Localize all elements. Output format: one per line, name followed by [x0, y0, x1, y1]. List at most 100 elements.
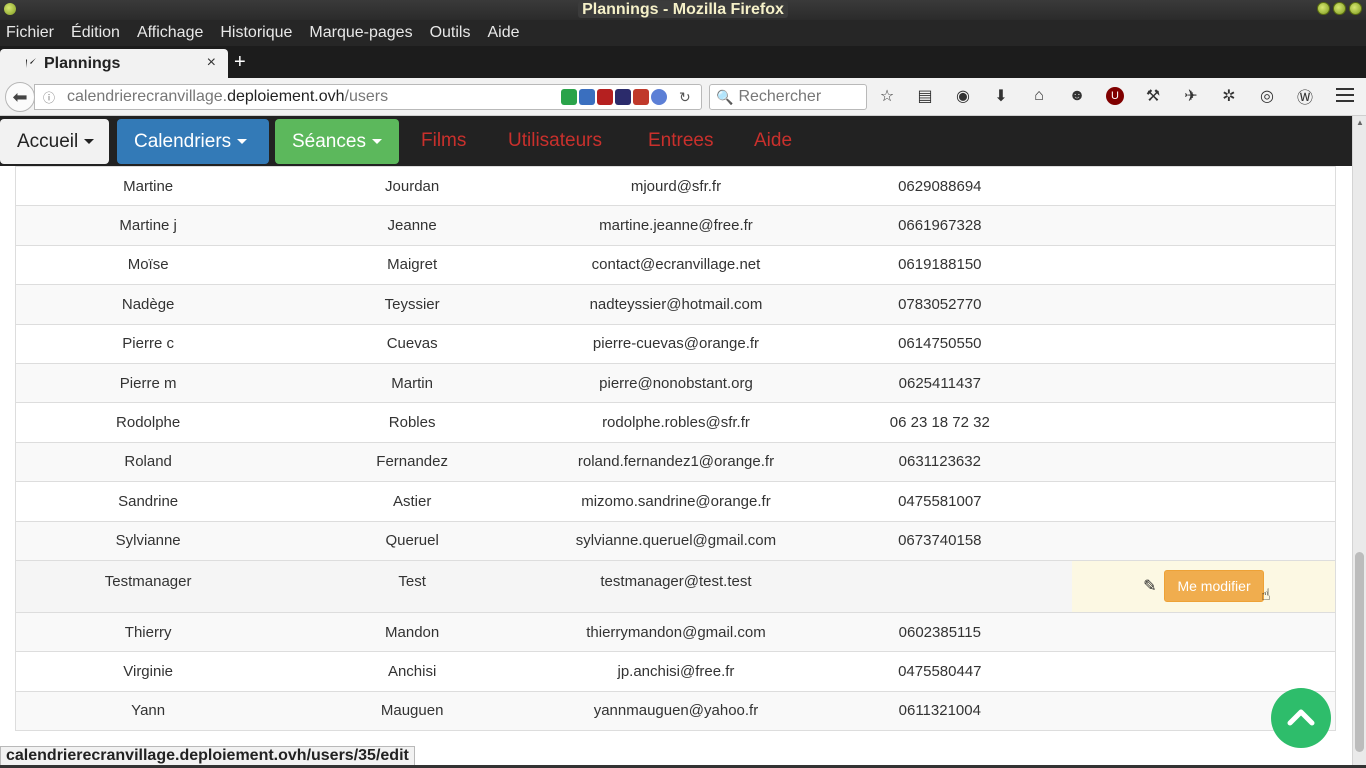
last-name-cell: Cuevas	[280, 323, 545, 364]
actions-cell	[1071, 481, 1336, 522]
table-row: Moïse Maigret contact@ecranvillage.net 0619…	[15, 244, 1336, 285]
navigation-bar: ⓘ calendrierecranvillage.deploiement.ovh…	[0, 78, 1366, 116]
search-field[interactable]: 🔍 Rechercher	[709, 84, 867, 110]
caret-down-icon	[84, 139, 95, 144]
menu-outils[interactable]: Outils	[430, 24, 471, 42]
extension-icon[interactable]	[579, 89, 595, 105]
menu-marque-pages[interactable]: Marque-pages	[309, 24, 412, 42]
caret-down-icon	[371, 139, 382, 144]
search-icon: 🔍	[716, 88, 734, 105]
back-button[interactable]: ⬅	[5, 82, 35, 112]
email-cell: sylvianne.queruel@gmail.com	[544, 520, 808, 561]
nav-aide-link[interactable]: Aide	[754, 130, 792, 152]
film-favicon-icon	[26, 58, 36, 68]
menu-hamburger-icon[interactable]	[1336, 88, 1354, 106]
table-row: Roland Fernandez roland.fernandez1@orange.…	[15, 441, 1336, 482]
nav-entrees-link[interactable]: Entrees	[648, 130, 713, 152]
table-row: Rodolphe Robles rodolphe.robles@sfr.fr 06 2…	[15, 402, 1336, 443]
ublock-icon[interactable]: U	[1106, 87, 1124, 105]
url-text[interactable]: calendrierecranvillage.deploiement.ovh/u…	[67, 88, 388, 106]
seances-dropdown[interactable]: Séances	[275, 119, 399, 164]
phone-cell: 06 23 18 72 32	[807, 402, 1072, 443]
table-row: Sylvianne Queruel sylvianne.queruel@gmail.…	[15, 520, 1336, 561]
phone-cell: 0783052770	[807, 284, 1072, 325]
phone-cell: 0673740158	[807, 520, 1072, 561]
edit-actions: ✎ Me modifier	[1143, 570, 1264, 603]
menu-affichage[interactable]: Affichage	[137, 24, 203, 42]
first-name-cell: Martine j	[15, 205, 281, 246]
table-row: Virginie Anchisi jp.anchisi@free.fr 0475580…	[15, 651, 1336, 692]
last-name-cell: Maigret	[280, 244, 545, 285]
actions-cell	[1071, 205, 1336, 246]
chevron-up-icon	[1287, 709, 1315, 726]
page-scrollbar[interactable]: ▲	[1352, 116, 1366, 768]
edit-profile-button[interactable]: Me modifier	[1164, 570, 1264, 603]
table-row: Testmanager Test testmanager@test.test ✎ Me …	[15, 559, 1336, 613]
nav-films-link[interactable]: Films	[421, 130, 466, 152]
window-titlebar: Plannings - Mozilla Firefox	[0, 0, 1366, 20]
new-tab-button[interactable]: +	[234, 51, 246, 74]
phone-cell: 0625411437	[807, 362, 1072, 403]
scroll-to-top-button[interactable]	[1271, 688, 1331, 748]
table-row: Martine Jourdan mjourd@sfr.fr 0629088694	[15, 165, 1336, 206]
bookmark-star-icon[interactable]: ☆	[878, 87, 896, 105]
email-cell: testmanager@test.test	[544, 559, 808, 613]
table-row: Sandrine Astier mizomo.sandrine@orange.fr 0…	[15, 481, 1336, 522]
table-row: Nadège Teyssier nadteyssier@hotmail.com 078…	[15, 284, 1336, 325]
url-bar[interactable]: ⓘ calendrierecranvillage.deploiement.ovh…	[34, 84, 702, 110]
menu-fichier[interactable]: Fichier	[6, 24, 54, 42]
calendriers-dropdown[interactable]: Calendriers	[117, 119, 269, 164]
color-wheel-icon[interactable]: ◎	[1258, 87, 1276, 105]
email-cell: mjourd@sfr.fr	[544, 165, 808, 206]
chat-icon[interactable]: ☻	[1068, 87, 1086, 105]
home-icon[interactable]: ⌂	[1030, 87, 1048, 105]
actions-cell	[1071, 165, 1336, 206]
pocket-icon[interactable]: ◉	[954, 87, 972, 105]
phone-cell: 0631123632	[807, 441, 1072, 482]
reload-icon[interactable]: ↻	[679, 89, 695, 105]
app-navbar: Accueil Calendriers Séances Films Utilis…	[0, 116, 1352, 166]
extension-icon[interactable]: ✈	[1182, 87, 1200, 105]
reading-list-icon[interactable]: ▤	[916, 87, 934, 105]
phone-cell	[807, 559, 1072, 613]
scrollbar-thumb[interactable]	[1355, 552, 1364, 752]
first-name-cell: Testmanager	[15, 559, 281, 613]
scroll-up-arrow-icon[interactable]: ▲	[1356, 118, 1364, 127]
actions-cell	[1071, 611, 1336, 652]
actions-cell	[1071, 520, 1336, 561]
last-name-cell: Jeanne	[280, 205, 545, 246]
email-cell: thierrymandon@gmail.com	[544, 611, 808, 652]
actions-cell: ✎ Me modifier	[1071, 559, 1336, 613]
download-icon[interactable]: ⬇	[992, 87, 1010, 105]
email-cell: roland.fernandez1@orange.fr	[544, 441, 808, 482]
first-name-cell: Martine	[15, 165, 281, 206]
bold-extension-icon[interactable]	[615, 89, 631, 105]
nav-utilisateurs-link[interactable]: Utilisateurs	[508, 130, 602, 152]
menu-edition[interactable]: Édition	[71, 24, 120, 42]
menu-historique[interactable]: Historique	[220, 24, 292, 42]
last-name-cell: Test	[280, 559, 545, 613]
last-name-cell: Anchisi	[280, 651, 545, 692]
minimize-button[interactable]	[1317, 2, 1330, 15]
email-cell: jp.anchisi@free.fr	[544, 651, 808, 692]
grammar-addon-icon[interactable]	[561, 89, 577, 105]
page-content: Accueil Calendriers Séances Films Utilis…	[0, 116, 1352, 768]
wordpress-icon[interactable]: Ⓦ	[1296, 87, 1314, 107]
accueil-dropdown[interactable]: Accueil	[0, 119, 109, 164]
tool-icon[interactable]: ⚒	[1144, 87, 1162, 105]
network-icon[interactable]: ✲	[1220, 87, 1238, 105]
moon-extension-icon[interactable]	[651, 89, 667, 105]
maximize-button[interactable]	[1333, 2, 1346, 15]
extension-icon[interactable]	[633, 89, 649, 105]
last-name-cell: Teyssier	[280, 284, 545, 325]
tab-plannings[interactable]: Plannings ×	[0, 49, 228, 78]
last-name-cell: Fernandez	[280, 441, 545, 482]
close-window-button[interactable]	[1349, 2, 1362, 15]
last-name-cell: Queruel	[280, 520, 545, 561]
menu-aide[interactable]: Aide	[487, 24, 519, 42]
first-name-cell: Moïse	[15, 244, 281, 285]
site-info-icon[interactable]: ⓘ	[39, 89, 59, 106]
tab-close-icon[interactable]: ×	[207, 54, 216, 72]
extension-icon[interactable]	[597, 89, 613, 105]
phone-cell: 0475580447	[807, 651, 1072, 692]
